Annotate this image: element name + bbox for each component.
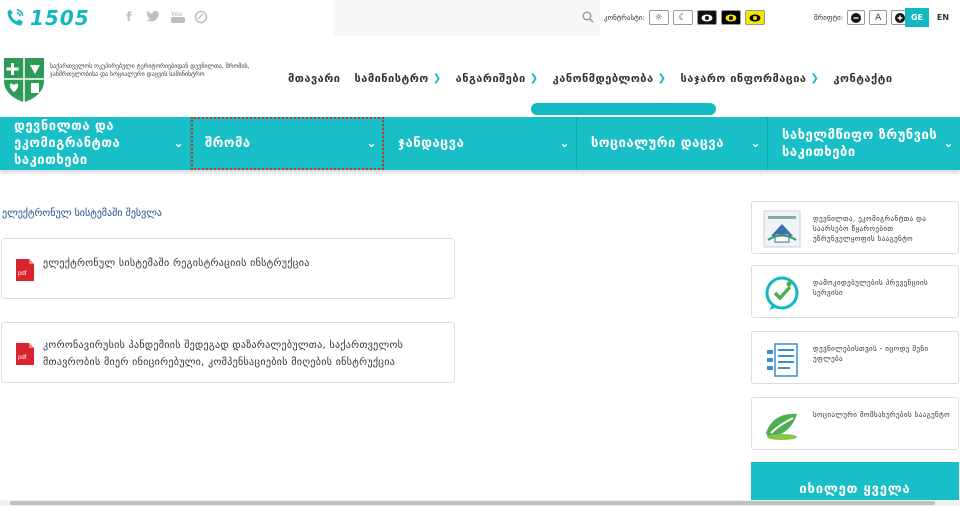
sidebar-link-addiction-prevention[interactable]: დამოკიდებულების პრევენციის სერვისი [751, 265, 959, 318]
youtube-icon[interactable]: You [170, 10, 185, 24]
main-content: ელექტრონულ სისტემაში შესვლა pdf ელექტრონ… [0, 170, 960, 506]
eye-icon [725, 14, 737, 21]
sidebar-link-label: დევნილთა, ეკომიგრანტთა და საარსებო წყარო… [813, 215, 927, 243]
plus-icon [895, 12, 906, 23]
lang-ge-button[interactable]: GE [905, 8, 929, 27]
contrast-night-button[interactable]: ☾ [672, 10, 693, 25]
category-label: დევნილთა და ეკომიგრანტთა საკითხები [14, 119, 121, 168]
pdf-icon: pdf [16, 259, 34, 281]
nav-item-label: ანგარიშები [455, 72, 526, 85]
hotline[interactable]: 1505 [4, 6, 90, 30]
pdf-label: pdf [18, 271, 27, 277]
category-health[interactable]: ჯანდაცვა ⌄ [384, 117, 577, 170]
chevron-down-icon: ⌄ [943, 136, 954, 150]
language-switcher: GE EN [905, 8, 955, 27]
nav-item-home[interactable]: მთავარი [288, 72, 341, 85]
contrast-dark-button[interactable] [696, 10, 717, 25]
font-decrease-button[interactable] [847, 10, 866, 25]
category-labour[interactable]: შრომა ⌄ [191, 117, 384, 170]
sidebar-link-label: დამოკიდებულების პრევენციის სერვისი [813, 279, 929, 297]
category-label: სოციალური დაცვა [591, 136, 724, 151]
nav-item-ministry[interactable]: სამინისტრო ❯ [355, 72, 442, 85]
document-link[interactable]: pdf ელექტრონულ სისტემაში რეგისტრაციის ინ… [1, 238, 455, 299]
circle-logo-icon[interactable] [194, 10, 208, 24]
eye-icon [749, 14, 761, 21]
horizontal-scrollbar[interactable] [0, 500, 960, 506]
nav-item-reports[interactable]: ანგარიშები ❯ [456, 72, 539, 85]
social-service-agency-logo [766, 413, 797, 440]
document-list-icon [767, 343, 798, 377]
chevron-down-icon: ❯ [529, 73, 539, 84]
lang-en-button[interactable]: EN [931, 8, 955, 27]
sidebar-link-know-your-rights[interactable]: დევნილებისთვის - იცოდე შენი უფლება [751, 331, 959, 384]
nav-item-legislation[interactable]: კანონმდებლობა ❯ [553, 72, 667, 85]
contrast-label: კონტრასტი: [604, 13, 645, 22]
search-input[interactable] [334, 0, 600, 36]
top-bar: 1505 f You კონტრასტი: ☼ ☾ შრიფტი: A GE E… [0, 0, 960, 36]
minus-icon [851, 12, 862, 23]
social-links: f You [122, 10, 208, 24]
category-label: ჯანდაცვა [398, 136, 465, 151]
chevron-down-icon: ❯ [432, 73, 442, 84]
document-link[interactable]: pdf კორონავირუსის პანდემიის შედეგად დაზა… [1, 322, 455, 383]
document-title: კორონავირუსის პანდემიის შედეგად დაზარალე… [43, 337, 403, 371]
contrast-yellow-bg-button[interactable] [744, 10, 765, 25]
chevron-down-icon: ⌄ [750, 136, 761, 150]
category-bar: დევნილთა და ეკომიგრანტთა საკითხები ⌄ შრო… [0, 117, 960, 170]
eye-icon [701, 14, 713, 21]
font-controls: შრიფტი: A [814, 10, 910, 25]
header: საქართველოს ოკუპირებული ტერიტორიებიდან დ… [0, 36, 960, 118]
category-idp[interactable]: დევნილთა და ეკომიგრანტთა საკითხები ⌄ [0, 117, 191, 170]
main-nav: მთავარი სამინისტრო ❯ ანგარიშები ❯ კანონმდე… [288, 72, 907, 85]
document-title-line: მთავრობის მიერ ინიცირებული, კომპენსაციებ… [43, 357, 396, 368]
nav-item-label: საჯარო ინფორმაცია [680, 72, 807, 85]
document-title: ელექტრონულ სისტემაში რეგისტრაციის ინსტრუ… [43, 258, 310, 269]
contrast-yellow-button[interactable] [720, 10, 741, 25]
chevron-down-icon: ❯ [657, 73, 667, 84]
category-state-care[interactable]: სახელმწიფო ზრუნვის საკითხები ⌄ [768, 117, 960, 170]
sidebar-link-label: სოციალური მომსახურების სააგენტო [813, 411, 950, 419]
sidebar-link-idp-agency[interactable]: დევნილთა, ეკომიგრანტთა და საარსებო წყარო… [751, 201, 959, 254]
nav-item-label: სამინისტრო [354, 72, 429, 85]
chevron-down-icon: ❯ [810, 73, 820, 84]
ministry-name: საქართველოს ოკუპირებული ტერიტორიებიდან დ… [50, 63, 250, 78]
addiction-prevention-logo [765, 276, 799, 310]
ministry-logo[interactable] [2, 55, 46, 103]
pdf-label: pdf [18, 355, 27, 361]
pdf-icon: pdf [16, 343, 34, 365]
nav-active-indicator [531, 103, 716, 115]
nav-item-label: კონტაქტი [833, 72, 893, 85]
font-label: შრიფტი: [814, 13, 844, 22]
chevron-down-icon: ⌄ [173, 136, 184, 150]
nav-item-public-info[interactable]: საჯარო ინფორმაცია ❯ [680, 72, 819, 85]
sun-icon: ☼ [654, 12, 663, 23]
moon-icon: ☾ [678, 12, 687, 23]
contrast-controls: კონტრასტი: ☼ ☾ [604, 10, 765, 25]
twitter-icon[interactable] [146, 10, 160, 24]
category-social-protection[interactable]: სოციალური დაცვა ⌄ [577, 117, 768, 170]
nav-item-label: მთავარი [288, 72, 341, 85]
sidebar-link-social-service-agency[interactable]: სოციალური მომსახურების სააგენტო [751, 397, 959, 450]
font-reset-button[interactable]: A [869, 10, 888, 25]
nav-item-contact[interactable]: კონტაქტი [833, 72, 892, 85]
section-title[interactable]: ელექტრონულ სისტემაში შესვლა [2, 208, 162, 219]
sidebar-link-label: დევნილებისთვის - იცოდე შენი უფლება [813, 345, 929, 363]
font-reset-label: A [875, 12, 882, 23]
phone-icon [7, 8, 24, 26]
facebook-icon[interactable]: f [122, 10, 136, 24]
idp-agency-logo [763, 210, 801, 248]
chevron-down-icon: ⌄ [559, 136, 570, 150]
category-label: სახელმწიფო ზრუნვის საკითხები [782, 127, 938, 160]
contrast-default-button[interactable]: ☼ [648, 10, 669, 25]
chevron-down-icon: ⌄ [366, 136, 377, 150]
category-label: შრომა [205, 136, 251, 151]
hotline-number: 1505 [30, 6, 90, 30]
search-icon[interactable] [582, 11, 594, 23]
nav-item-label: კანონმდებლობა [552, 72, 654, 85]
scrollbar-thumb[interactable] [10, 501, 935, 505]
document-title-line: კორონავირუსის პანდემიის შედეგად დაზარალე… [43, 340, 404, 351]
